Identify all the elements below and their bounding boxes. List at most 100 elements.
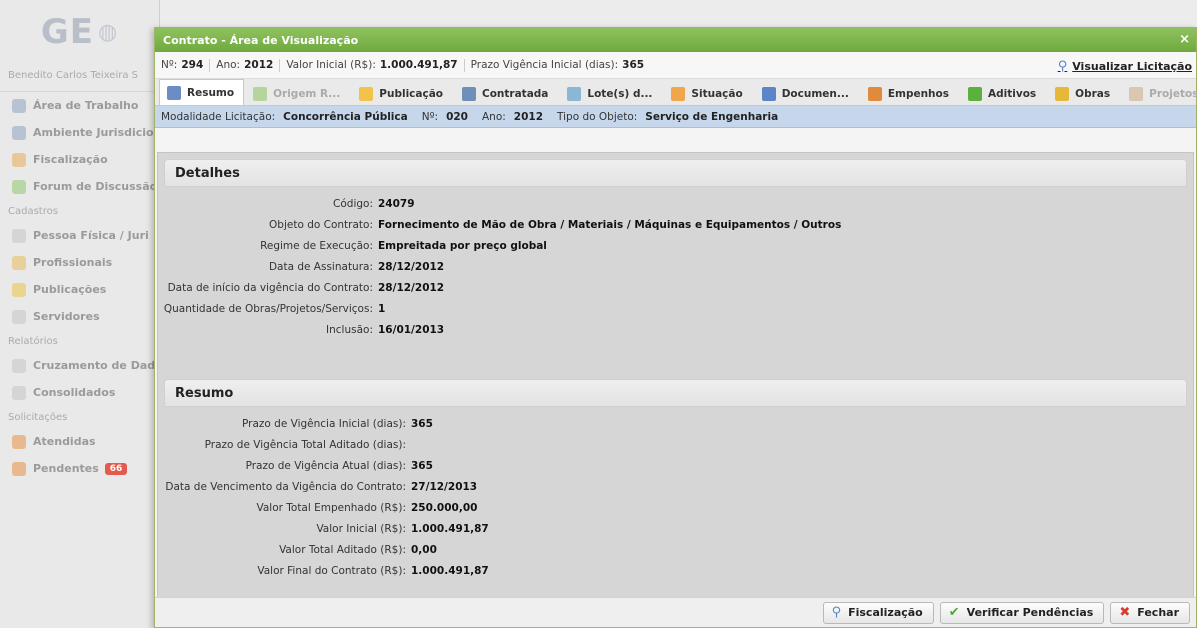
verificar-pendencias-button[interactable]: ✔ Verificar Pendências (939, 601, 1105, 624)
fechar-button[interactable]: ✖ Fechar (1110, 601, 1190, 624)
nav-icon (12, 309, 26, 324)
nav-icon (12, 434, 26, 449)
tab-plus[interactable]: Aditivos (960, 81, 1046, 105)
nav-icon (12, 385, 26, 400)
document-icon (167, 85, 181, 100)
sidebar-item-label: Forum de Discussão (33, 180, 158, 193)
close-icon[interactable]: × (1179, 32, 1190, 47)
tab-label: Aditivos (988, 87, 1037, 100)
resumo-row: Valor Total Empenhado (R$): 250.000,00 (158, 497, 1193, 518)
sidebar-item-label: Pendentes (33, 462, 99, 475)
nav-icon (12, 152, 26, 167)
detalhes-row: Data de Assinatura: 28/12/2012 (158, 256, 1193, 277)
resumo-row: Prazo de Vigência Atual (dias): 365 (158, 455, 1193, 476)
resumo-row: Prazo de Vigência Total Aditado (dias): (158, 434, 1193, 455)
people-icon (462, 86, 476, 101)
detalhes-list: Código: 24079 Objeto do Contrato: Fornecime… (158, 187, 1193, 373)
visualizar-licitacao-link[interactable]: ⚲ Visualizar Licitação (1058, 59, 1192, 74)
folder-icon (359, 86, 374, 101)
field-value: Empreitada por preço global (378, 239, 547, 252)
tab-projects[interactable]: Projetos (1121, 81, 1197, 105)
sidebar-item[interactable]: Forum de Discussão (0, 173, 159, 200)
modal-footer: ⚲ Fiscalização ✔ Verificar Pendências ✖ … (155, 597, 1196, 627)
divider (463, 58, 465, 72)
section-solicitacoes: Solicitações (8, 411, 68, 423)
modal-title: Contrato - Área de Visualização (163, 33, 359, 47)
sidebar-item[interactable]: Consolidados (0, 379, 159, 406)
licitacao-numero-label: Nº: (421, 110, 439, 123)
ano-value: 2012 (244, 59, 274, 71)
tab-label: Origem R... (273, 87, 341, 100)
tab-status[interactable]: Situação (663, 81, 752, 105)
tab-folder[interactable]: Publicação (351, 81, 453, 105)
sidebar-item[interactable]: Cruzamento de Dad (0, 352, 159, 379)
tab-works[interactable]: Obras (1047, 81, 1120, 105)
sidebar: GE ◍ Benedito Carlos Teixeira S Área de T… (0, 0, 160, 628)
field-label: Prazo de Vigência Total Aditado (dias): (204, 438, 406, 451)
tab-people[interactable]: Contratada (454, 81, 558, 105)
field-value: 365 (411, 459, 433, 472)
divider (209, 58, 211, 72)
field-label: Data de Vencimento da Vigência do Contra… (165, 480, 406, 493)
field-value: 28/12/2012 (378, 281, 445, 294)
modalidade-bar: Modalidade Licitação: Concorrência Públi… (155, 106, 1196, 128)
plus-icon (968, 86, 982, 101)
licitacao-ano-value: 2012 (513, 110, 544, 123)
field-label: Regime de Execução: (260, 239, 373, 252)
sidebar-item[interactable]: Pessoa Física / Juri (0, 222, 159, 249)
field-value: 0,00 (411, 543, 437, 556)
tab-origin[interactable]: Origem R... (245, 81, 350, 105)
field-label: Código: (333, 197, 373, 210)
sidebar-item[interactable]: Fiscalização (0, 146, 159, 173)
sidebar-item[interactable]: Servidores (0, 303, 159, 330)
nav-icon (12, 255, 26, 270)
tab-lot[interactable]: Lote(s) d... (559, 81, 662, 105)
detalhes-heading: Detalhes (164, 159, 1187, 187)
tab-documents[interactable]: Documen... (754, 81, 859, 105)
sidebar-item[interactable]: Publicações (0, 276, 159, 303)
detalhes-row: Quantidade de Obras/Projetos/Serviços: 1 (158, 298, 1193, 319)
sidebar-item-label: Profissionais (33, 256, 113, 269)
field-label: Valor Inicial (R$): (316, 522, 406, 535)
licitacao-numero-value: 020 (446, 110, 468, 123)
tab-label: Publicação (379, 87, 443, 100)
field-label: Data de Assinatura: (268, 260, 373, 273)
sidebar-item-label: Consolidados (33, 386, 116, 399)
origin-icon (253, 86, 268, 101)
tab-label: Situação (691, 87, 743, 100)
works-icon (1055, 86, 1070, 101)
sidebar-item[interactable]: Ambiente Jurisdicio (0, 119, 159, 146)
field-value: 1 (378, 302, 386, 315)
tipo-objeto-label: Tipo do Objeto: (557, 110, 638, 123)
field-value: 365 (411, 417, 433, 430)
field-label: Valor Final do Contrato (R$): (257, 564, 406, 577)
field-label: Objeto do Contrato: (269, 218, 373, 231)
tab-label: Obras (1075, 87, 1111, 100)
sidebar-item-label: Atendidas (33, 435, 96, 448)
tab-label: Resumo (187, 86, 235, 99)
sidebar-item[interactable]: Profissionais (0, 249, 159, 276)
tab-hammer[interactable]: Empenhos (860, 81, 959, 105)
field-label: Inclusão: (326, 323, 373, 336)
user-name: Benedito Carlos Teixeira S (0, 64, 159, 92)
ano-label: Ano: (216, 59, 241, 71)
section-cadastros: Cadastros (8, 205, 58, 217)
resumo-row: Valor Total Aditado (R$): 0,00 (158, 539, 1193, 560)
field-label: Data de início da vigência do Contrato: (167, 281, 373, 294)
nav-icon (12, 282, 26, 297)
field-label: Prazo de Vigência Inicial (dias): (241, 417, 406, 430)
sidebar-item-label: Ambiente Jurisdicio (33, 126, 154, 139)
pending-count-badge: 66 (104, 462, 128, 475)
sidebar-item[interactable]: Atendidas (0, 428, 159, 455)
resumo-row: Prazo de Vigência Inicial (dias): 365 (158, 413, 1193, 434)
hammer-icon (867, 86, 882, 101)
detalhes-row: Regime de Execução: Empreitada por preço … (158, 235, 1193, 256)
sidebar-item-label: Servidores (33, 310, 100, 323)
sidebar-item[interactable]: Pendentes 66 (0, 455, 159, 482)
sidebar-item[interactable]: Área de Trabalho (0, 92, 159, 119)
tab-document[interactable]: Resumo (159, 79, 245, 105)
tab-bar: Resumo Origem R... Publicação Contratada Lot… (155, 79, 1197, 106)
checkmark-icon: ✔ (948, 605, 960, 620)
detalhes-row: Código: 24079 (158, 193, 1193, 214)
fiscalizacao-button[interactable]: ⚲ Fiscalização (822, 601, 934, 624)
